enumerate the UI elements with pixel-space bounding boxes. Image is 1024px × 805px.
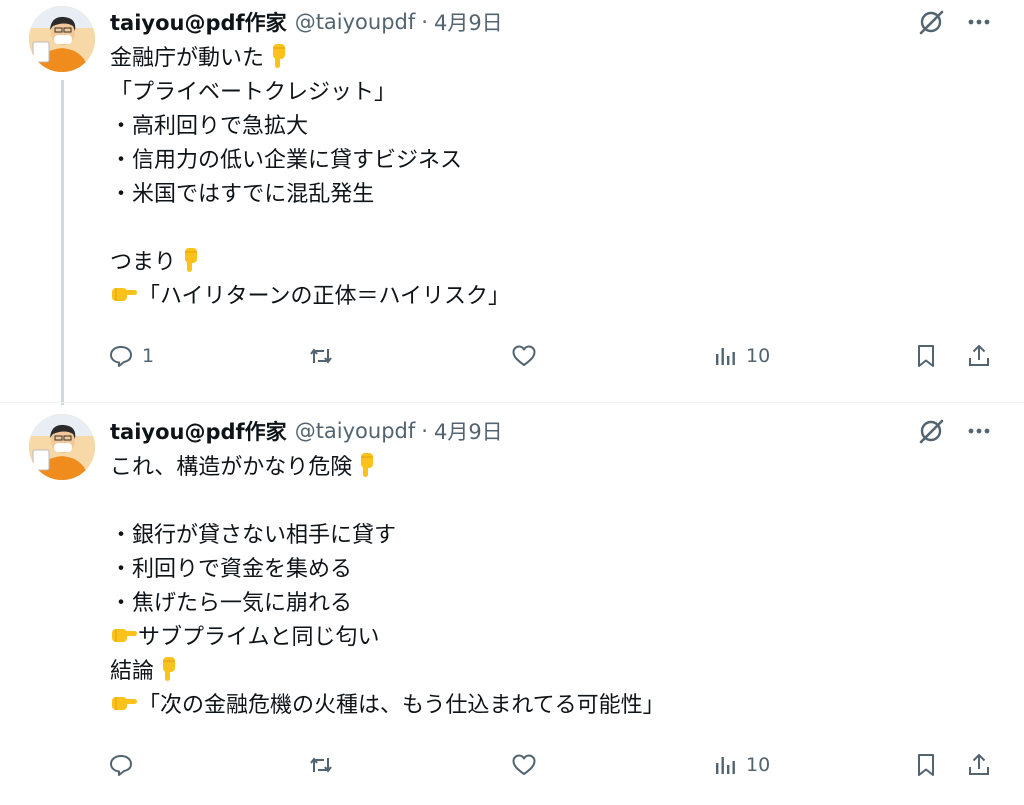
text-line: ・焦げたら一気に崩れる	[110, 591, 353, 616]
text-line: 結論	[110, 655, 970, 689]
avatar[interactable]	[29, 414, 95, 480]
text-line: ・高利回りで急拡大	[110, 114, 309, 139]
grok-icon[interactable]	[917, 8, 945, 36]
more-options-icon[interactable]	[965, 417, 993, 445]
text-line: ・信用力の低い企業に貸すビジネス	[110, 148, 463, 173]
point-right-emoji-icon	[112, 288, 137, 301]
author-name[interactable]: taiyou@pdf作家	[110, 7, 287, 37]
point-down-emoji-icon	[185, 248, 198, 272]
post-date[interactable]: 4月9日	[434, 7, 503, 37]
repost-icon	[310, 757, 332, 773]
text-line: ・米国ではすでに混乱発生	[110, 182, 375, 207]
views-button[interactable]: 10	[712, 748, 770, 782]
grok-icon[interactable]	[917, 417, 945, 445]
text-line: 「プライベートクレジット」	[110, 80, 397, 105]
author-handle[interactable]: @taiyoupdf	[295, 419, 416, 443]
post-header: taiyou@pdf作家 @taiyoupdf · 4月9日	[110, 6, 990, 38]
text-line: ・利回りで資金を集める	[110, 557, 353, 582]
separator-dot: ·	[421, 10, 428, 34]
heart-icon	[512, 345, 536, 366]
avatar-illustration	[29, 414, 95, 480]
point-down-emoji-icon	[273, 44, 286, 68]
point-right-emoji-icon	[112, 697, 137, 710]
bookmark-icon	[918, 345, 934, 367]
heart-icon	[512, 754, 536, 775]
post-divider	[0, 402, 1024, 403]
bookmark-button[interactable]	[913, 748, 939, 782]
views-chart-icon	[716, 348, 735, 365]
repost-button[interactable]	[308, 339, 334, 373]
repost-button[interactable]	[308, 748, 334, 782]
reply-icon	[110, 346, 132, 367]
views-count: 10	[746, 345, 771, 367]
text-line: 「ハイリターンの正体＝ハイリスク」	[110, 280, 970, 314]
share-icon	[969, 344, 989, 366]
post-header: taiyou@pdf作家 @taiyoupdf · 4月9日	[110, 415, 990, 447]
share-icon	[969, 753, 989, 775]
text-line: 「次の金融危機の火種は、もう仕込まれてる可能性」	[110, 689, 970, 723]
bookmark-icon	[918, 754, 934, 776]
thread-connector-line	[61, 80, 64, 405]
reply-button[interactable]: 1	[108, 339, 154, 373]
separator-dot: ·	[421, 419, 428, 443]
views-chart-icon	[716, 757, 735, 774]
reply-button[interactable]	[108, 748, 134, 782]
post-actions: 10	[108, 748, 998, 782]
reply-count: 1	[142, 345, 155, 367]
text-line: ・銀行が貸さない相手に貸す	[110, 523, 397, 548]
share-button[interactable]	[966, 748, 992, 782]
text-line: サブプライムと同じ匂い	[110, 621, 970, 655]
post-date[interactable]: 4月9日	[434, 416, 503, 446]
author-handle[interactable]: @taiyoupdf	[295, 10, 416, 34]
post-text: 金融庁が動いた 「プライベートクレジット」 ・高利回りで急拡大 ・信用力の低い企…	[110, 42, 970, 314]
author-name[interactable]: taiyou@pdf作家	[110, 416, 287, 446]
point-right-emoji-icon	[112, 629, 137, 642]
like-button[interactable]	[511, 339, 537, 373]
text-line: つまり	[110, 246, 970, 280]
repost-icon	[310, 348, 332, 364]
views-count: 10	[746, 754, 771, 776]
post-text: これ、構造がかなり危険 ・銀行が貸さない相手に貸す ・利回りで資金を集める ・焦…	[110, 451, 970, 723]
text-line: これ、構造がかなり危険	[110, 451, 970, 485]
bookmark-button[interactable]	[913, 339, 939, 373]
point-down-emoji-icon	[163, 657, 176, 681]
text-line: 金融庁が動いた	[110, 42, 970, 76]
views-button[interactable]: 10	[712, 339, 770, 373]
like-button[interactable]	[511, 748, 537, 782]
avatar[interactable]	[29, 6, 95, 72]
point-down-emoji-icon	[361, 453, 374, 477]
avatar-illustration	[29, 6, 95, 72]
more-options-icon[interactable]	[965, 8, 993, 36]
reply-icon	[110, 755, 132, 776]
post-actions: 1 10	[108, 339, 998, 373]
share-button[interactable]	[966, 339, 992, 373]
